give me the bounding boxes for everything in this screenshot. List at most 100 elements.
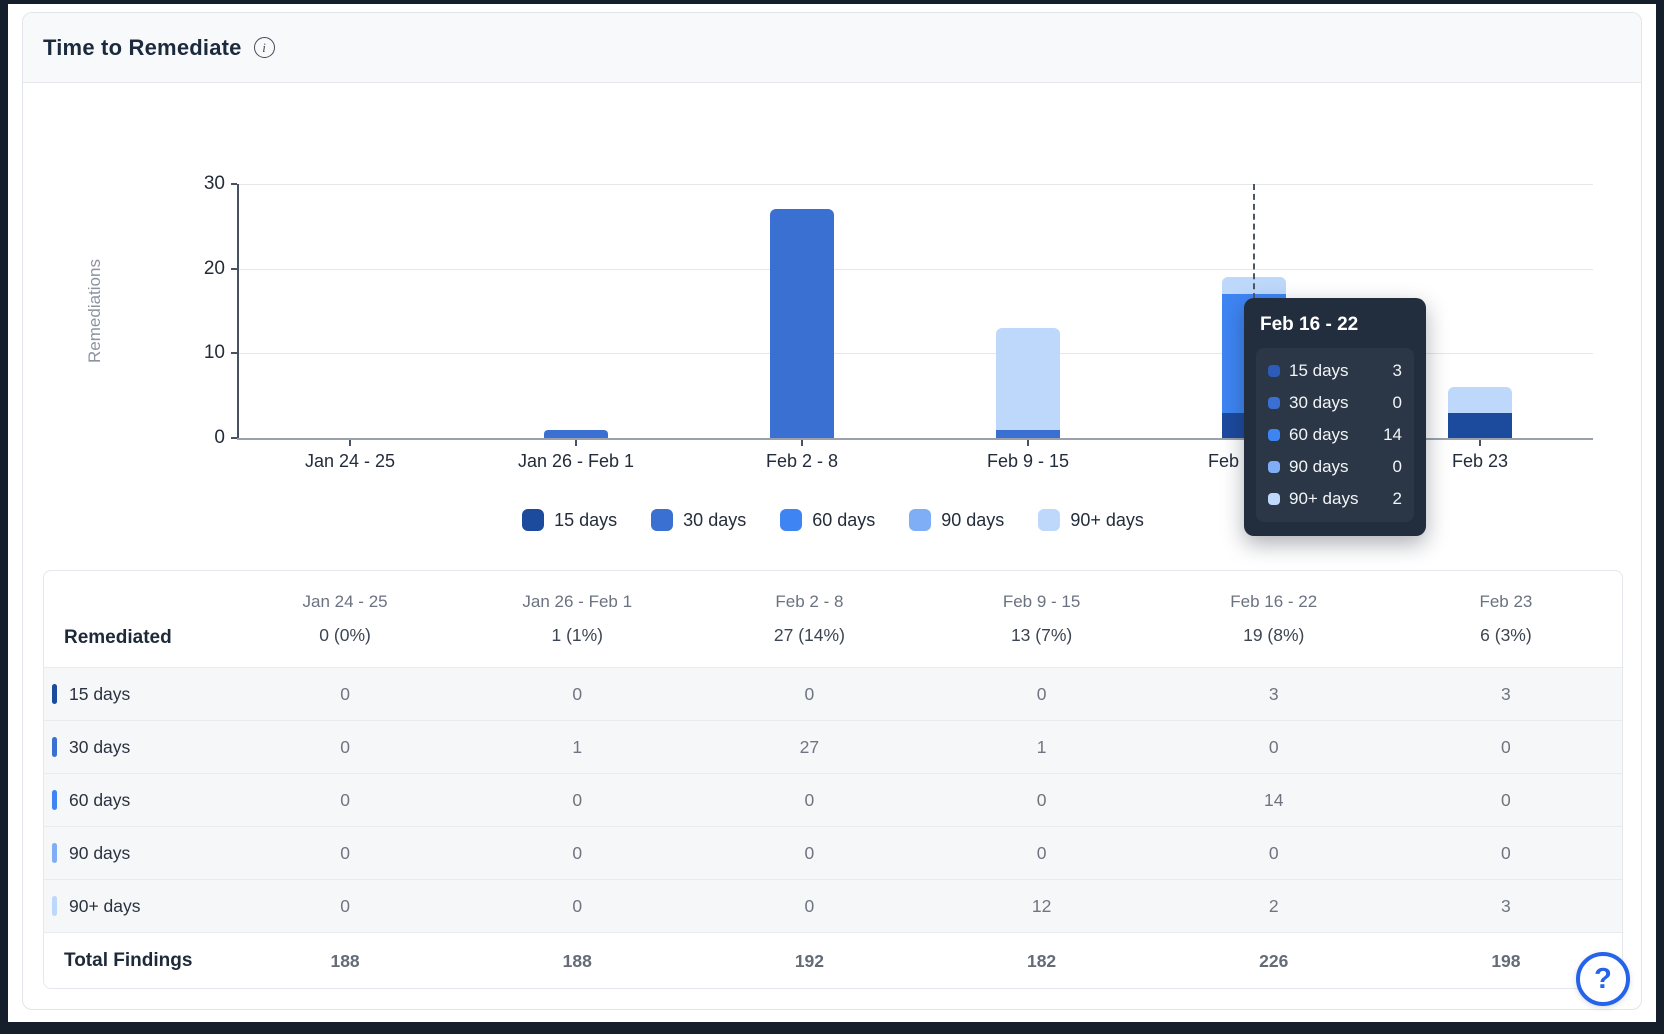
series-color-pill — [52, 737, 57, 757]
y-tick-label: 20 — [185, 258, 225, 280]
x-tick-label: Jan 26 - Feb 1 — [486, 451, 666, 472]
table-cell: 0 — [229, 827, 461, 879]
column-remediated-value: 19 (8%) — [1243, 625, 1304, 646]
y-axis-title: Remediations — [85, 259, 105, 363]
row-label-cell: 15 days — [44, 668, 229, 720]
table-cell: 0 — [229, 880, 461, 932]
row-label: 90+ days — [69, 896, 141, 917]
tooltip-row: 30 days 0 — [1268, 392, 1402, 414]
table-column-header: Feb 9 - 15 13 (7%) — [926, 571, 1158, 667]
table-column-header: Feb 2 - 8 27 (14%) — [693, 571, 925, 667]
tooltip-title: Feb 16 - 22 — [1244, 298, 1426, 348]
bar-segment-30days[interactable] — [544, 430, 608, 438]
column-date-label: Jan 24 - 25 — [303, 592, 388, 616]
row-label: 90 days — [69, 843, 130, 864]
series-color-pill — [52, 790, 57, 810]
series-color-pill — [52, 843, 57, 863]
legend-label: 90+ days — [1070, 510, 1144, 531]
total-cell: 188 — [461, 933, 693, 989]
bar-segment-30days[interactable] — [996, 430, 1060, 438]
x-tick — [1479, 440, 1481, 446]
bar-segment-90days[interactable] — [996, 328, 1060, 430]
gridline-20 — [237, 269, 1593, 270]
table-row: 30 days0127100 — [44, 720, 1622, 773]
tooltip-row: 60 days 14 — [1268, 424, 1402, 446]
column-remediated-value: 27 (14%) — [774, 625, 845, 646]
column-remediated-value: 1 (1%) — [551, 625, 603, 646]
tooltip-series-value: 2 — [1393, 489, 1402, 509]
table-cell: 1 — [461, 721, 693, 773]
column-date-label: Feb 2 - 8 — [775, 592, 843, 616]
app-viewport: Time to Remediate i Feb 16 - 22 15 days3… — [0, 0, 1664, 1034]
table-cell: 12 — [926, 880, 1158, 932]
tooltip-series-label: 90+ days — [1289, 489, 1384, 509]
table-cell: 0 — [1390, 827, 1622, 879]
legend-swatch-icon — [522, 509, 544, 531]
total-cell: 182 — [926, 933, 1158, 989]
table-cell: 0 — [229, 668, 461, 720]
y-tick-label: 30 — [185, 173, 225, 195]
info-icon[interactable]: i — [254, 37, 275, 58]
table-column-header: Jan 26 - Feb 11 (1%) — [461, 571, 693, 667]
table-cell: 3 — [1390, 880, 1622, 932]
tooltip-swatch-icon — [1268, 429, 1280, 441]
table-row: 60 days0000140 — [44, 773, 1622, 826]
table-cell: 0 — [693, 827, 925, 879]
column-remediated-value: 0 (0%) — [319, 625, 371, 646]
card-header: Time to Remediate i — [23, 13, 1641, 83]
legend-swatch-icon — [1038, 509, 1060, 531]
legend-item-60days[interactable]: 60 days — [780, 509, 875, 531]
gridline-30 — [237, 184, 1593, 185]
total-cell: 188 — [229, 933, 461, 989]
series-color-pill — [52, 896, 57, 916]
column-date-label: Feb 9 - 15 — [1003, 592, 1081, 616]
table-cell: 2 — [1158, 880, 1390, 932]
table-column-header: Feb 16 - 22 19 (8%) — [1158, 571, 1390, 667]
table-cell: 0 — [461, 668, 693, 720]
legend-item-90days[interactable]: 90 days — [909, 509, 1004, 531]
table-cell: 3 — [1390, 668, 1622, 720]
table-column-header: Jan 24 - 25 0 (0%) — [229, 571, 461, 667]
chart-tooltip: Feb 16 - 22 15 days330 days060 days1490 … — [1244, 298, 1426, 536]
row-label-cell: 90 days — [44, 827, 229, 879]
tooltip-series-value: 14 — [1383, 425, 1402, 445]
legend-label: 30 days — [683, 510, 746, 531]
bar-segment-15days[interactable] — [1448, 413, 1512, 438]
total-findings-label: Total Findings — [44, 933, 229, 989]
table-cell: 0 — [461, 774, 693, 826]
legend-swatch-icon — [780, 509, 802, 531]
tooltip-series-value: 0 — [1393, 393, 1402, 413]
bar-segment-90days[interactable] — [1448, 387, 1512, 412]
table-total-row: Total Findings188188192182226198 — [44, 932, 1622, 989]
tooltip-swatch-icon — [1268, 493, 1280, 505]
legend-item-90days[interactable]: 90+ days — [1038, 509, 1144, 531]
column-remediated-value: 13 (7%) — [1011, 625, 1072, 646]
tooltip-series-label: 60 days — [1289, 425, 1374, 445]
help-button[interactable]: ? — [1576, 952, 1630, 1006]
column-remediated-value: 6 (3%) — [1480, 625, 1532, 646]
table-cell: 0 — [461, 827, 693, 879]
table-cell: 0 — [926, 827, 1158, 879]
x-tick — [575, 440, 577, 446]
tooltip-swatch-icon — [1268, 461, 1280, 473]
bar-segment-30days[interactable] — [770, 209, 834, 438]
legend-label: 15 days — [554, 510, 617, 531]
column-date-label: Feb 16 - 22 — [1230, 592, 1317, 616]
legend-item-30days[interactable]: 30 days — [651, 509, 746, 531]
table-cell: 0 — [693, 668, 925, 720]
total-cell: 192 — [693, 933, 925, 989]
table-cell: 0 — [229, 774, 461, 826]
tooltip-swatch-icon — [1268, 365, 1280, 377]
legend-item-15days[interactable]: 15 days — [522, 509, 617, 531]
table-cell: 0 — [926, 668, 1158, 720]
tooltip-swatch-icon — [1268, 397, 1280, 409]
table-row: 90+ days0001223 — [44, 879, 1622, 932]
tooltip-row: 90+ days 2 — [1268, 488, 1402, 510]
table-corner-label: Remediated — [44, 571, 229, 667]
tooltip-panel: 15 days330 days060 days1490 days090+ day… — [1256, 348, 1414, 522]
tooltip-series-label: 90 days — [1289, 457, 1384, 477]
tooltip-series-label: 30 days — [1289, 393, 1384, 413]
legend-swatch-icon — [651, 509, 673, 531]
legend-label: 60 days — [812, 510, 875, 531]
series-color-pill — [52, 684, 57, 704]
